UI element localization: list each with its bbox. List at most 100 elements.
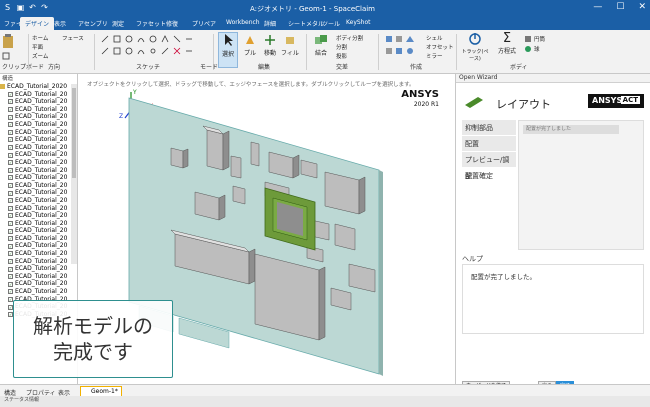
select-button[interactable]: 選択	[218, 32, 238, 68]
undo-icon[interactable]: ↶	[28, 3, 37, 12]
tree-item[interactable]: ✓ECAD_Tutorial_20	[0, 280, 77, 288]
checkbox-icon[interactable]: ✓	[8, 243, 13, 249]
checkbox-icon[interactable]: ✓	[8, 228, 13, 234]
checkbox-icon[interactable]: ✓	[8, 281, 13, 287]
step-confirm[interactable]: 配置確定	[462, 168, 516, 184]
tree-item[interactable]: ✓ECAD_Tutorial_20	[0, 159, 77, 167]
cylinder-icon[interactable]	[524, 35, 532, 43]
checkbox-icon[interactable]: ✓	[8, 160, 13, 166]
combine-button[interactable]: 結合	[310, 34, 332, 57]
home-button[interactable]: ホーム	[32, 34, 48, 42]
checkbox-icon[interactable]: ✓	[8, 289, 13, 295]
maximize-button[interactable]: ☐	[616, 2, 624, 12]
checkbox-icon[interactable]: ✓	[8, 220, 13, 226]
tab-keyshot[interactable]: KeyShot	[346, 19, 371, 26]
tree-item[interactable]: ✓ECAD_Tutorial_20	[0, 182, 77, 190]
tree-item[interactable]: ✓ECAD_Tutorial_20	[0, 212, 77, 220]
tree-item[interactable]: ✓ECAD_Tutorial_20	[0, 227, 77, 235]
paste-icon[interactable]	[2, 34, 14, 48]
tree-item[interactable]: ✓ECAD_Tutorial_20	[0, 136, 77, 144]
tree-item[interactable]: ✓ECAD_Tutorial_20	[0, 151, 77, 159]
tab-sheetmetal[interactable]: シートメタル	[288, 19, 324, 28]
tree-item[interactable]: ✓ECAD_Tutorial_20	[0, 174, 77, 182]
tree-item[interactable]: ✓ECAD_Tutorial_20	[0, 273, 77, 281]
checkbox-icon[interactable]: ✓	[8, 152, 13, 158]
save-icon[interactable]: ▣	[16, 3, 25, 12]
tab-measure[interactable]: 測定	[112, 19, 124, 28]
tree-item[interactable]: ✓ECAD_Tutorial_20	[0, 98, 77, 106]
tab-workbench[interactable]: Workbench	[226, 19, 260, 26]
step-preview[interactable]: プレビュー/調整	[462, 152, 516, 180]
tree-item[interactable]: ✓ECAD_Tutorial_20	[0, 121, 77, 129]
tree-item[interactable]: ✓ECAD_Tutorial_20	[0, 113, 77, 121]
fill-button[interactable]: フィル	[281, 34, 299, 57]
tree-item[interactable]: ✓ECAD_Tutorial_20	[0, 144, 77, 152]
checkbox-icon[interactable]: ✓	[8, 167, 13, 173]
create-tools[interactable]	[384, 34, 424, 62]
copy-icon[interactable]	[2, 52, 10, 60]
zoom-button[interactable]: ズーム	[32, 52, 48, 60]
tree-item[interactable]: ✓ECAD_Tutorial_20	[0, 106, 77, 114]
tree-item[interactable]: ✓ECAD_Tutorial_20	[0, 205, 77, 213]
tree-item[interactable]: ✓ECAD_Tutorial_20	[0, 250, 77, 258]
tab-repair[interactable]: 修復	[166, 19, 178, 28]
checkbox-icon[interactable]: ✓	[8, 251, 13, 257]
checkbox-icon[interactable]: ✓	[8, 274, 13, 280]
tree-scrollbar[interactable]	[71, 84, 77, 264]
tree-item[interactable]: ✓ECAD_Tutorial_20	[0, 197, 77, 205]
detail-field[interactable]: 配置が完了しました	[523, 125, 619, 134]
checkbox-icon[interactable]: ✓	[8, 258, 13, 264]
tree-item[interactable]: ✓ECAD_Tutorial_20	[0, 288, 77, 296]
surface-button[interactable]: フェース	[62, 34, 84, 42]
tree-item[interactable]: ✓ECAD_Tutorial_20	[0, 235, 77, 243]
offset-button[interactable]: オフセット	[426, 43, 454, 51]
checkbox-icon[interactable]: ✓	[8, 122, 13, 128]
minimize-button[interactable]: —	[593, 2, 602, 12]
tab-tools[interactable]: ツール	[322, 19, 340, 28]
tab-display[interactable]: 表示	[54, 19, 66, 28]
checkbox-icon[interactable]: ✓	[8, 99, 13, 105]
checkbox-icon[interactable]: ✓	[8, 114, 13, 120]
checkbox-icon[interactable]: ✓	[8, 91, 13, 97]
checkbox-icon[interactable]: ✓	[8, 183, 13, 189]
tree-item[interactable]: ✓ECAD_Tutorial_20	[0, 220, 77, 228]
3d-viewport[interactable]: オブジェクトをクリックして選択、ドラッグで移動して、エッジやフェースを選択します…	[13, 74, 455, 384]
move-button[interactable]: 移動	[261, 34, 279, 57]
checkbox-icon[interactable]: ✓	[8, 266, 13, 272]
tree-item[interactable]: ✓ECAD_Tutorial_20	[0, 189, 77, 197]
checkbox-icon[interactable]: ✓	[8, 107, 13, 113]
tree-item[interactable]: ✓ECAD_Tutorial_20	[0, 91, 77, 99]
tree-item[interactable]: ✓ECAD_Tutorial_20	[0, 129, 77, 137]
track-button[interactable]: トラック(ペース)	[460, 32, 490, 62]
pull-button[interactable]: プル	[241, 34, 259, 57]
checkbox-icon[interactable]: ✓	[8, 175, 13, 181]
tab-design[interactable]: デザイン	[20, 17, 55, 30]
scroll-thumb[interactable]	[72, 88, 76, 178]
tab-facet[interactable]: ファセット	[136, 19, 166, 28]
tree-item[interactable]: ✓ECAD_Tutorial_20	[0, 242, 77, 250]
checkbox-icon[interactable]: ✓	[8, 137, 13, 143]
cylinder-button[interactable]: 円筒	[534, 35, 545, 43]
checkbox-icon[interactable]: ✓	[8, 190, 13, 196]
checkbox-icon[interactable]: ✓	[8, 198, 13, 204]
sphere-button[interactable]: 球	[534, 45, 540, 53]
sketch-tools[interactable]	[100, 34, 210, 64]
tree-item[interactable]: ✓ECAD_Tutorial_20	[0, 265, 77, 273]
split-button[interactable]: 分割	[336, 43, 347, 51]
tree-item[interactable]: ✓ECAD_Tutorial_20	[0, 258, 77, 266]
tab-assembly[interactable]: アセンブリ	[78, 19, 108, 28]
plane-button[interactable]: 平面	[32, 43, 43, 51]
checkbox-icon[interactable]: ✓	[8, 145, 13, 151]
project-button[interactable]: 投影	[336, 52, 347, 60]
redo-icon[interactable]: ↷	[40, 3, 49, 12]
step-suppress[interactable]: 抑制部品	[462, 120, 516, 136]
equation-button[interactable]: Σ 方程式	[496, 32, 518, 56]
tab-detail[interactable]: 詳細	[264, 19, 276, 28]
close-button[interactable]: ✕	[638, 2, 646, 12]
checkbox-icon[interactable]: ✓	[8, 129, 13, 135]
mirror-button[interactable]: ミラー	[426, 52, 443, 60]
checkbox-icon[interactable]: ✓	[8, 213, 13, 219]
checkbox-icon[interactable]: ✓	[8, 205, 13, 211]
shell-button[interactable]: シェル	[426, 34, 443, 42]
sphere-icon[interactable]	[524, 45, 532, 53]
